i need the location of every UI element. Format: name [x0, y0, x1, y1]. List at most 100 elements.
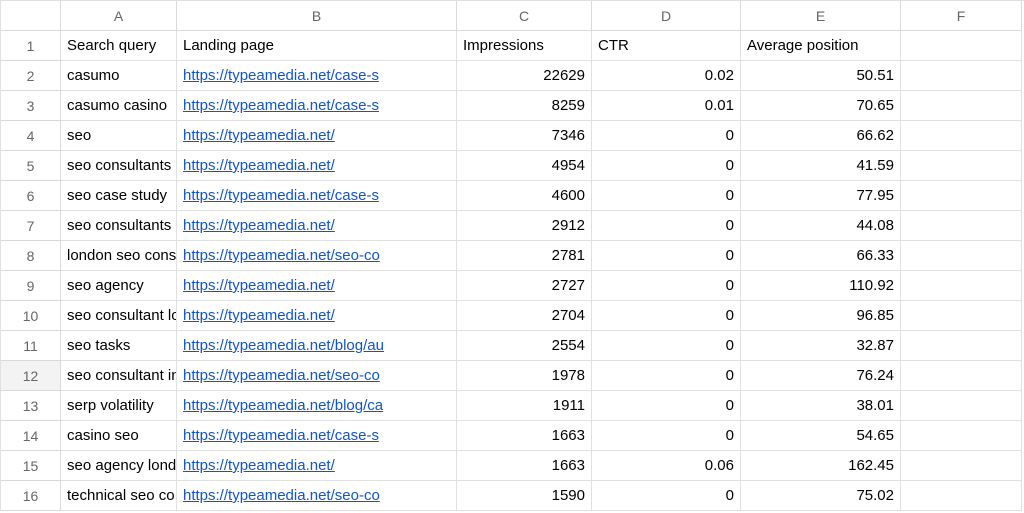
- cell-ctr[interactable]: 0: [592, 301, 741, 331]
- row-header[interactable]: 6: [1, 181, 61, 211]
- cell-query[interactable]: serp volatility: [61, 391, 177, 421]
- cell-landing-link[interactable]: https://typeamedia.net/: [177, 151, 457, 181]
- cell-query[interactable]: seo consultant lo: [61, 301, 177, 331]
- row-header[interactable]: 16: [1, 481, 61, 511]
- cell-query[interactable]: seo agency lond: [61, 451, 177, 481]
- col-header-A[interactable]: A: [61, 1, 177, 31]
- cell-landing-link[interactable]: https://typeamedia.net/seo-co: [177, 241, 457, 271]
- cell-empty[interactable]: [901, 211, 1022, 241]
- row-header[interactable]: 10: [1, 301, 61, 331]
- cell-C1[interactable]: Impressions: [457, 31, 592, 61]
- cell-avgpos[interactable]: 162.45: [741, 451, 901, 481]
- cell-F1[interactable]: [901, 31, 1022, 61]
- row-header[interactable]: 12: [1, 361, 61, 391]
- cell-ctr[interactable]: 0: [592, 361, 741, 391]
- cell-impressions[interactable]: 2912: [457, 211, 592, 241]
- cell-empty[interactable]: [901, 241, 1022, 271]
- cell-ctr[interactable]: 0: [592, 331, 741, 361]
- cell-landing-link[interactable]: https://typeamedia.net/blog/ca: [177, 391, 457, 421]
- cell-avgpos[interactable]: 38.01: [741, 391, 901, 421]
- cell-query[interactable]: seo consultants: [61, 211, 177, 241]
- row-header[interactable]: 4: [1, 121, 61, 151]
- cell-landing-link[interactable]: https://typeamedia.net/: [177, 301, 457, 331]
- cell-landing-link[interactable]: https://typeamedia.net/case-s: [177, 421, 457, 451]
- cell-empty[interactable]: [901, 391, 1022, 421]
- row-header[interactable]: 5: [1, 151, 61, 181]
- cell-impressions[interactable]: 1978: [457, 361, 592, 391]
- cell-empty[interactable]: [901, 271, 1022, 301]
- row-header[interactable]: 8: [1, 241, 61, 271]
- cell-impressions[interactable]: 4954: [457, 151, 592, 181]
- spreadsheet-grid[interactable]: A B C D E F 1 Search query Landing page …: [0, 0, 1024, 511]
- row-header[interactable]: 11: [1, 331, 61, 361]
- cell-query[interactable]: london seo cons: [61, 241, 177, 271]
- cell-ctr[interactable]: 0.06: [592, 451, 741, 481]
- col-header-B[interactable]: B: [177, 1, 457, 31]
- cell-query[interactable]: seo tasks: [61, 331, 177, 361]
- row-header[interactable]: 1: [1, 31, 61, 61]
- cell-ctr[interactable]: 0: [592, 211, 741, 241]
- cell-query[interactable]: seo case study: [61, 181, 177, 211]
- cell-avgpos[interactable]: 32.87: [741, 331, 901, 361]
- cell-avgpos[interactable]: 44.08: [741, 211, 901, 241]
- cell-query[interactable]: casumo casino: [61, 91, 177, 121]
- cell-ctr[interactable]: 0: [592, 481, 741, 511]
- cell-empty[interactable]: [901, 361, 1022, 391]
- cell-avgpos[interactable]: 77.95: [741, 181, 901, 211]
- cell-E1[interactable]: Average position: [741, 31, 901, 61]
- cell-landing-link[interactable]: https://typeamedia.net/: [177, 211, 457, 241]
- cell-ctr[interactable]: 0: [592, 241, 741, 271]
- cell-impressions[interactable]: 7346: [457, 121, 592, 151]
- cell-landing-link[interactable]: https://typeamedia.net/seo-co: [177, 481, 457, 511]
- cell-query[interactable]: seo consultants: [61, 151, 177, 181]
- cell-ctr[interactable]: 0: [592, 151, 741, 181]
- row-header[interactable]: 3: [1, 91, 61, 121]
- cell-avgpos[interactable]: 66.62: [741, 121, 901, 151]
- cell-avgpos[interactable]: 76.24: [741, 361, 901, 391]
- cell-avgpos[interactable]: 41.59: [741, 151, 901, 181]
- row-header[interactable]: 14: [1, 421, 61, 451]
- cell-landing-link[interactable]: https://typeamedia.net/case-s: [177, 61, 457, 91]
- cell-avgpos[interactable]: 54.65: [741, 421, 901, 451]
- cell-query[interactable]: seo agency: [61, 271, 177, 301]
- cell-ctr[interactable]: 0.02: [592, 61, 741, 91]
- cell-ctr[interactable]: 0: [592, 391, 741, 421]
- cell-impressions[interactable]: 1663: [457, 451, 592, 481]
- cell-query[interactable]: casino seo: [61, 421, 177, 451]
- cell-landing-link[interactable]: https://typeamedia.net/case-s: [177, 91, 457, 121]
- row-header[interactable]: 9: [1, 271, 61, 301]
- cell-query[interactable]: technical seo co: [61, 481, 177, 511]
- cell-empty[interactable]: [901, 181, 1022, 211]
- cell-impressions[interactable]: 2704: [457, 301, 592, 331]
- corner-cell[interactable]: [1, 1, 61, 31]
- cell-avgpos[interactable]: 96.85: [741, 301, 901, 331]
- cell-impressions[interactable]: 2781: [457, 241, 592, 271]
- row-header[interactable]: 15: [1, 451, 61, 481]
- cell-impressions[interactable]: 1911: [457, 391, 592, 421]
- cell-B1[interactable]: Landing page: [177, 31, 457, 61]
- cell-landing-link[interactable]: https://typeamedia.net/blog/au: [177, 331, 457, 361]
- cell-empty[interactable]: [901, 61, 1022, 91]
- col-header-F[interactable]: F: [901, 1, 1022, 31]
- cell-empty[interactable]: [901, 421, 1022, 451]
- cell-avgpos[interactable]: 75.02: [741, 481, 901, 511]
- row-header[interactable]: 7: [1, 211, 61, 241]
- cell-empty[interactable]: [901, 481, 1022, 511]
- cell-impressions[interactable]: 22629: [457, 61, 592, 91]
- cell-impressions[interactable]: 1663: [457, 421, 592, 451]
- cell-avgpos[interactable]: 70.65: [741, 91, 901, 121]
- cell-query[interactable]: seo: [61, 121, 177, 151]
- col-header-E[interactable]: E: [741, 1, 901, 31]
- cell-ctr[interactable]: 0: [592, 121, 741, 151]
- cell-query[interactable]: casumo: [61, 61, 177, 91]
- cell-empty[interactable]: [901, 151, 1022, 181]
- cell-ctr[interactable]: 0.01: [592, 91, 741, 121]
- cell-A1[interactable]: Search query: [61, 31, 177, 61]
- cell-empty[interactable]: [901, 331, 1022, 361]
- col-header-C[interactable]: C: [457, 1, 592, 31]
- cell-impressions[interactable]: 2554: [457, 331, 592, 361]
- cell-landing-link[interactable]: https://typeamedia.net/seo-co: [177, 361, 457, 391]
- cell-empty[interactable]: [901, 301, 1022, 331]
- cell-landing-link[interactable]: https://typeamedia.net/: [177, 451, 457, 481]
- cell-empty[interactable]: [901, 451, 1022, 481]
